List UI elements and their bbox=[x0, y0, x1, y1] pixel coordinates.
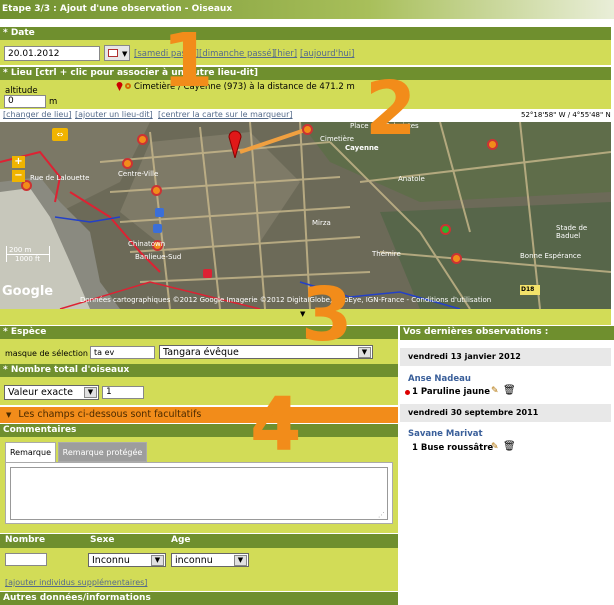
tab-remarque-protegee[interactable]: Remarque protégée bbox=[58, 442, 147, 462]
link-center-map[interactable]: [centrer la carte sur le marqueur] bbox=[158, 110, 293, 119]
triangle-down-icon: ▼ bbox=[6, 411, 12, 419]
map-label: Rue de Lalouette bbox=[30, 174, 90, 182]
map-label: Thémire bbox=[372, 250, 401, 258]
annotation-number: 2 bbox=[365, 66, 417, 152]
map-label: Mirza bbox=[312, 219, 331, 227]
recent-observations-header: Vos dernières observations : bbox=[400, 326, 614, 340]
map-copyright: Données cartographiques ©2012 Google Ima… bbox=[80, 296, 492, 304]
map-scale: 200 m 1000 ft bbox=[6, 246, 50, 263]
page-header: Etape 3/3 : Ajout d'une observation - Oi… bbox=[0, 0, 614, 19]
chevron-down-icon: ▼ bbox=[151, 555, 164, 566]
calendar-icon bbox=[108, 49, 118, 57]
observation-pin[interactable] bbox=[451, 253, 462, 264]
chevron-down-icon: ▼ bbox=[122, 50, 128, 58]
observation-pin[interactable] bbox=[487, 139, 498, 150]
individual-count-input[interactable] bbox=[5, 553, 47, 566]
count-input[interactable]: 1 bbox=[102, 386, 144, 399]
annotation-number: 4 bbox=[250, 382, 302, 468]
link-add-place[interactable]: [ajouter un lieu-dit] bbox=[75, 110, 153, 119]
observation-pin[interactable] bbox=[122, 158, 133, 169]
recent-date-header: vendredi 13 janvier 2012 bbox=[400, 348, 611, 366]
altitude-input[interactable]: 0 bbox=[4, 95, 46, 108]
chevron-down-icon: ▼ bbox=[234, 555, 247, 566]
recent-entry: 1 Buse roussâtre bbox=[412, 443, 494, 453]
date-input[interactable]: 20.01.2012 bbox=[4, 46, 100, 61]
chevron-down-icon: ▼ bbox=[84, 387, 97, 398]
map-coordinates: 52°18'58" W / 4°55'48" N bbox=[521, 111, 611, 119]
age-value: inconnu bbox=[175, 555, 213, 566]
recent-date-header: vendredi 30 septembre 2011 bbox=[400, 404, 611, 422]
col-age: Age bbox=[171, 535, 191, 545]
col-nombre: Nombre bbox=[5, 535, 46, 545]
trash-icon[interactable]: 🗑 bbox=[503, 385, 516, 396]
sex-value: Inconnu bbox=[92, 555, 130, 566]
scale-top-label: 200 m bbox=[9, 246, 32, 254]
map-label: Bonne Espérance bbox=[520, 252, 582, 260]
road-badge: D18 bbox=[521, 286, 535, 293]
resize-handle-icon[interactable]: ⋰ bbox=[378, 511, 385, 519]
recent-place-link[interactable]: Anse Nadeau bbox=[408, 374, 471, 384]
poi-icon bbox=[203, 269, 212, 278]
annotation-number: 3 bbox=[301, 272, 353, 358]
recent-place-link[interactable]: Savane Marivat bbox=[408, 429, 483, 439]
zoom-out-button[interactable]: − bbox=[12, 170, 25, 182]
col-sexe: Sexe bbox=[90, 535, 115, 545]
tab-remarque[interactable]: Remarque bbox=[5, 442, 56, 462]
chevron-down-icon: ▼ bbox=[358, 347, 371, 358]
mask-label: masque de sélection bbox=[5, 349, 88, 358]
map-label: Chinatown bbox=[128, 240, 166, 248]
map-label: Banlieue-Sud bbox=[135, 253, 182, 261]
individuals-header: Nombre Sexe Age bbox=[0, 534, 398, 548]
optional-fields-toggle[interactable]: ▼ Les champs ci-dessous sont facultatifs bbox=[0, 407, 398, 423]
zoom-in-button[interactable]: + bbox=[12, 156, 25, 168]
poi-icon bbox=[153, 224, 162, 233]
selected-place-pin[interactable] bbox=[440, 224, 451, 235]
map-label: Stade de Baduel bbox=[556, 224, 588, 240]
altitude-unit: m bbox=[49, 97, 58, 107]
sex-select[interactable]: Inconnu ▼ bbox=[88, 553, 166, 567]
remark-textarea[interactable] bbox=[10, 467, 388, 520]
red-marker-icon bbox=[116, 82, 123, 91]
link-add-individuals[interactable]: [ajouter individus supplémentaires] bbox=[5, 578, 147, 587]
count-mode-select[interactable]: Valeur exacte ▼ bbox=[4, 385, 99, 400]
calendar-button[interactable]: ▼ bbox=[104, 45, 130, 61]
google-logo: Google bbox=[2, 284, 54, 299]
species-selected-value: Tangara évêque bbox=[163, 347, 239, 358]
comments-section-header: Commentaires bbox=[0, 424, 398, 437]
scale-bottom-label: 1000 ft bbox=[15, 255, 41, 263]
link-today[interactable]: [aujourd'hui] bbox=[300, 49, 354, 59]
map-label: Anatole bbox=[398, 175, 425, 183]
optional-fields-label: Les champs ci-dessous sont facultatifs bbox=[18, 409, 202, 420]
other-data-header: Autres données/informations bbox=[0, 592, 398, 605]
count-section-header: * Nombre total d'oiseaux bbox=[0, 364, 398, 377]
map-label: Centre-Ville bbox=[118, 170, 159, 178]
red-dot-icon bbox=[405, 390, 410, 395]
link-yesterday[interactable]: [hier] bbox=[274, 49, 297, 59]
poi-icon bbox=[155, 208, 164, 217]
date-section-header: * Date bbox=[0, 27, 611, 40]
place-section-header: * Lieu [ctrl + clic pour associer à un a… bbox=[0, 67, 611, 80]
observation-pin[interactable] bbox=[151, 185, 162, 196]
place-circle-icon bbox=[125, 83, 131, 89]
recent-entry: 1 Paruline jaune bbox=[412, 387, 490, 397]
count-mode-value: Valeur exacte bbox=[8, 387, 73, 398]
trash-icon[interactable]: 🗑 bbox=[503, 441, 516, 452]
map-pan-icon[interactable]: ⇔ bbox=[52, 128, 68, 141]
mask-input[interactable]: ta ev bbox=[90, 346, 155, 359]
comment-area: ⋰ bbox=[5, 462, 393, 524]
annotation-number: 1 bbox=[162, 18, 214, 104]
link-change-place[interactable]: [changer de lieu] bbox=[3, 110, 72, 119]
observation-pin[interactable] bbox=[302, 124, 313, 135]
red-marker-icon[interactable] bbox=[228, 128, 242, 160]
age-select[interactable]: inconnu ▼ bbox=[171, 553, 249, 567]
map-label: Cimetière bbox=[320, 135, 354, 143]
edit-icon[interactable]: ✎ bbox=[491, 442, 499, 452]
observation-pin[interactable] bbox=[137, 134, 148, 145]
edit-icon[interactable]: ✎ bbox=[491, 386, 499, 396]
recent-observations-panel: vendredi 13 janvier 2012 Anse Nadeau 1 P… bbox=[400, 340, 614, 605]
